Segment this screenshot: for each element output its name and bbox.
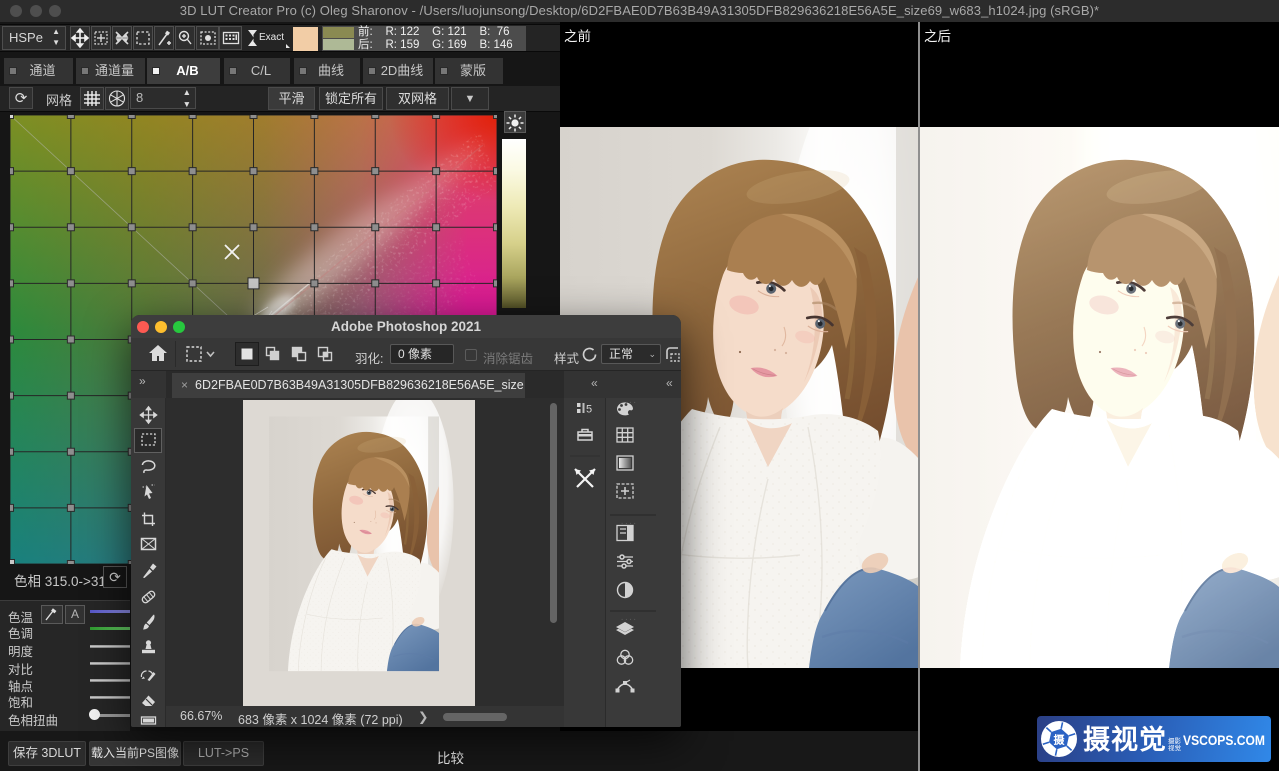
svg-text:....: .... <box>620 519 637 527</box>
svg-text:摄视觉: 摄视觉 <box>1083 725 1167 755</box>
svg-text:....: .... <box>620 615 637 623</box>
svg-text:5: 5 <box>586 404 592 416</box>
svg-text:Exact: Exact <box>259 32 284 43</box>
svg-text:....: .... <box>620 398 637 406</box>
svg-text:摄影: 摄影 <box>1168 736 1182 745</box>
svg-text:VSCOPS.COM: VSCOPS.COM <box>1183 732 1265 748</box>
svg-text:摄: 摄 <box>1054 733 1066 747</box>
svg-text:视觉: 视觉 <box>1168 743 1182 752</box>
